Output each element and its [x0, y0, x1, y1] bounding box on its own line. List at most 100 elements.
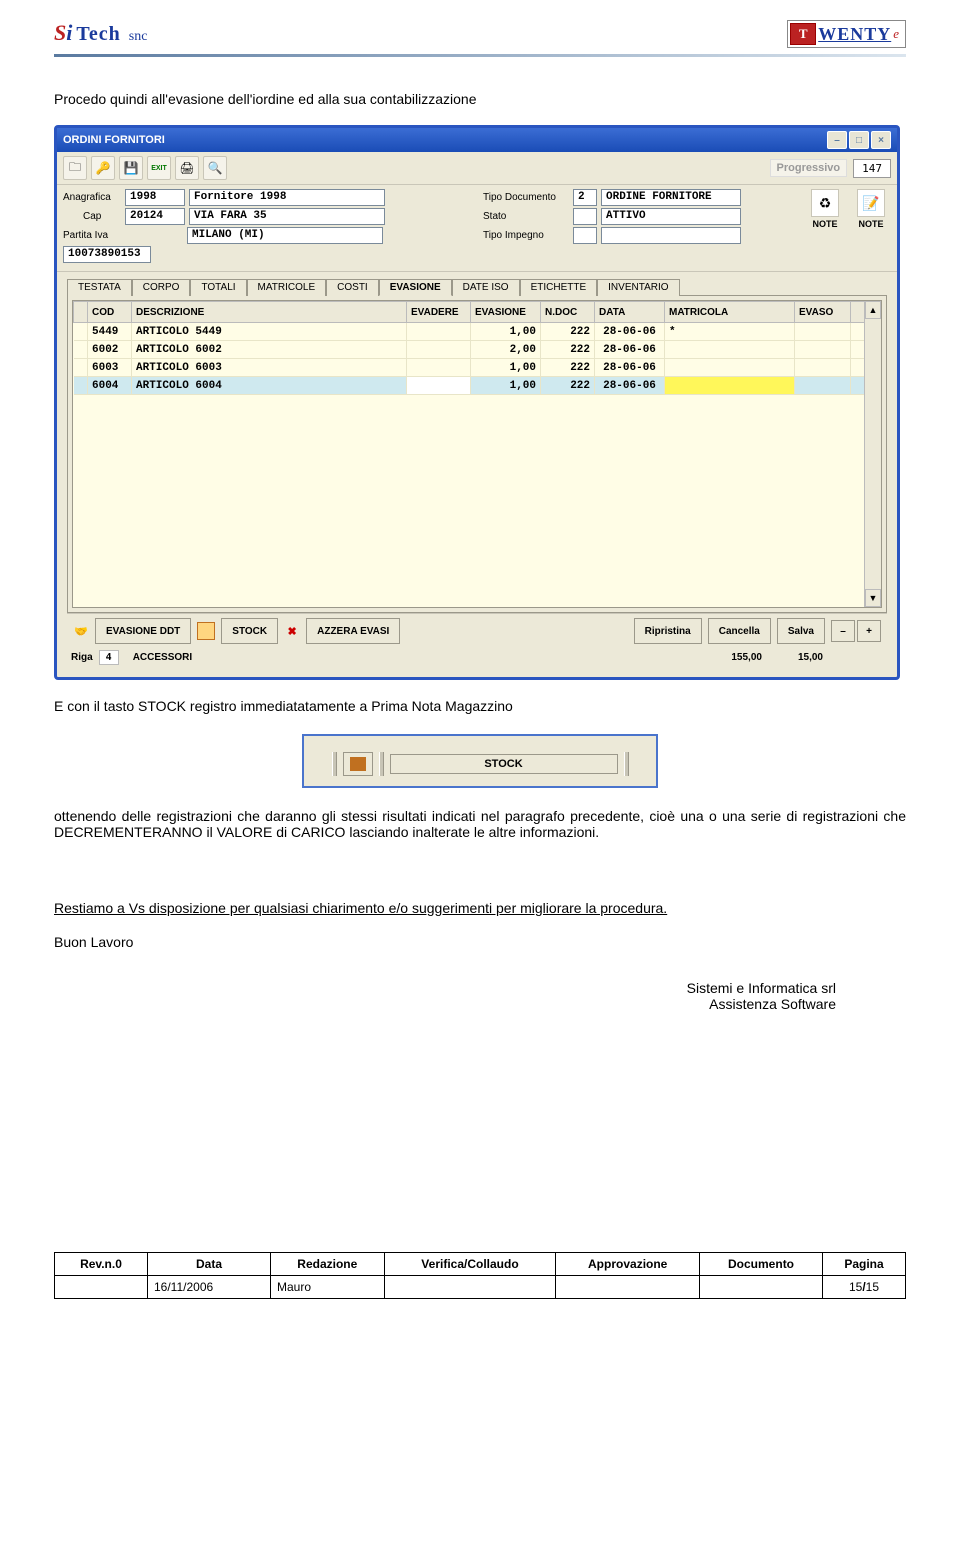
maximize-icon[interactable]: □ [849, 131, 869, 149]
tabs: TESTATA CORPO TOTALI MATRICOLE COSTI EVA… [57, 272, 897, 295]
stock-button[interactable]: STOCK [221, 618, 278, 644]
scroll-up-icon[interactable]: ▲ [865, 301, 881, 319]
close-icon[interactable]: × [871, 131, 891, 149]
table-row[interactable]: 6003 ARTICOLO 6003 1,00 222 28-06-06 [74, 359, 865, 377]
grid-scrollbar[interactable]: ▲ ▼ [864, 301, 881, 607]
note-edit[interactable]: 📝 NOTE [851, 189, 891, 229]
tipo-impegno-field[interactable] [601, 227, 741, 244]
cancella-button[interactable]: Cancella [708, 618, 771, 644]
note-label-1: NOTE [812, 219, 837, 229]
footer-h-data: Data [148, 1253, 271, 1276]
footer-h-pagina: Pagina [823, 1253, 906, 1276]
stock-sep-left [332, 752, 337, 776]
logo-i: i [66, 20, 72, 45]
azzera-evasi-button[interactable]: AZZERA EVASI [306, 618, 400, 644]
footer-documento [700, 1276, 823, 1299]
note-icon: 📝 [857, 189, 885, 217]
stato-label: Stato [483, 211, 569, 222]
col-data: DATA [595, 302, 665, 323]
status-total-1: 155,00 [731, 652, 762, 663]
note-trash[interactable]: ♻ NOTE [805, 189, 845, 229]
closing-paragraph: Restiamo a Vs disposizione per qualsiasi… [54, 900, 906, 916]
tab-testata[interactable]: TESTATA [67, 279, 132, 296]
toolbar-new-icon[interactable]: 🗀 [63, 156, 87, 180]
toolbar-save-icon[interactable]: 💾 [119, 156, 143, 180]
twenty-badge-icon: T [790, 23, 816, 45]
footer-h-redazione: Redazione [271, 1253, 385, 1276]
footer-redazione: Mauro [271, 1276, 385, 1299]
logo-twenty: T WENTY e [787, 20, 906, 48]
stock-mini-button[interactable]: STOCK [390, 754, 618, 774]
status-total-2: 15,00 [798, 652, 823, 663]
page-header: Si Tech snc T WENTY e [54, 20, 906, 48]
grid-header-row: COD DESCRIZIONE EVADERE EVASIONE N.DOC D… [74, 302, 865, 323]
toolbar-exit-icon[interactable]: EXIT [147, 156, 171, 180]
tab-evasione[interactable]: EVASIONE [379, 279, 452, 296]
app-window: ORDINI FORNITORI – □ × 🗀 🔑 💾 EXIT 🖨 🔍 Pr… [54, 125, 900, 680]
toolbar-preview-icon[interactable]: 🔍 [203, 156, 227, 180]
logo-snc: snc [129, 29, 148, 45]
tipo-impegno-code[interactable] [573, 227, 597, 244]
minimize-icon[interactable]: – [827, 131, 847, 149]
twenty-suffix: e [893, 26, 899, 42]
tab-inventario[interactable]: INVENTARIO [597, 279, 679, 296]
stato-field[interactable]: ATTIVO [601, 208, 741, 225]
toolbar-print-icon[interactable]: 🖨 [175, 156, 199, 180]
toolbar: 🗀 🔑 💾 EXIT 🖨 🔍 Progressivo 147 [57, 152, 897, 185]
riga-label: Riga [71, 652, 93, 663]
header-form: Anagrafica 1998 Fornitore 1998 Cap 20124… [57, 185, 897, 272]
tab-costi[interactable]: COSTI [326, 279, 379, 296]
status-bar: Riga 4 ACCESSORI 155,00 15,00 [67, 648, 887, 667]
intro-paragraph: Procedo quindi all'evasione dell'iordine… [54, 91, 906, 107]
tipo-documento-label: Tipo Documento [483, 192, 569, 203]
handshake-icon[interactable]: 🤝 [73, 623, 89, 639]
window-title: ORDINI FORNITORI [63, 134, 165, 146]
note-label-2: NOTE [858, 219, 883, 229]
col-blank-right [851, 302, 865, 323]
button-row: 🤝 EVASIONE DDT STOCK ✖ AZZERA EVASI Ripr… [67, 613, 887, 648]
footer-pagina: 15/15 [823, 1276, 906, 1299]
table-row[interactable]: 6002 ARTICOLO 6002 2,00 222 28-06-06 [74, 341, 865, 359]
footer-data: 16/11/2006 [148, 1276, 271, 1299]
address-field[interactable]: VIA FARA 35 [189, 208, 385, 225]
signature-line2: Assistenza Software [54, 996, 836, 1012]
city-field[interactable]: MILANO (MI) [187, 227, 383, 244]
table-row[interactable]: 6004 ARTICOLO 6004 1,00 222 28-06-06 [74, 377, 865, 395]
partita-iva-label: Partita Iva [63, 230, 121, 241]
tab-matricole[interactable]: MATRICOLE [247, 279, 327, 296]
tab-etichette[interactable]: ETICHETTE [520, 279, 598, 296]
ripristina-button[interactable]: Ripristina [634, 618, 702, 644]
tab-corpo[interactable]: CORPO [132, 279, 191, 296]
evasione-ddt-button[interactable]: EVASIONE DDT [95, 618, 191, 644]
footer-verifica [384, 1276, 556, 1299]
logo-tech: Tech [76, 23, 120, 46]
anagrafica-code-field[interactable]: 1998 [125, 189, 185, 206]
plus-button[interactable]: + [857, 620, 881, 642]
toolbar-key-icon[interactable]: 🔑 [91, 156, 115, 180]
stato-code[interactable] [573, 208, 597, 225]
tab-date-iso[interactable]: DATE ISO [452, 279, 520, 296]
tab-totali[interactable]: TOTALI [190, 279, 246, 296]
cap-field[interactable]: 20124 [125, 208, 185, 225]
minus-button[interactable]: – [831, 620, 855, 642]
decrement-paragraph: ottenendo delle registrazioni che darann… [54, 808, 906, 840]
table-row[interactable]: 5449 ARTICOLO 5449 1,00 222 28-06-06 * [74, 323, 865, 341]
stock-grid-icon-cell [343, 752, 373, 776]
scroll-down-icon[interactable]: ▼ [865, 589, 881, 607]
footer-rev [55, 1276, 148, 1299]
col-ndoc: N.DOC [541, 302, 595, 323]
tipo-documento-code[interactable]: 2 [573, 189, 597, 206]
recycle-icon: ♻ [811, 189, 839, 217]
grid-icon [350, 757, 366, 771]
anagrafica-name-field[interactable]: Fornitore 1998 [189, 189, 385, 206]
col-evasione: EVASIONE [471, 302, 541, 323]
footer-h-verifica: Verifica/Collaudo [384, 1253, 556, 1276]
partita-iva-field[interactable]: 10073890153 [63, 246, 151, 263]
tipo-documento-name[interactable]: ORDINE FORNITORE [601, 189, 741, 206]
cap-label: Cap [83, 211, 113, 222]
grid-icon [197, 622, 215, 640]
salva-button[interactable]: Salva [777, 618, 825, 644]
buon-lavoro: Buon Lavoro [54, 934, 906, 950]
signature-block: Sistemi e Informatica srl Assistenza Sof… [54, 980, 836, 1012]
data-grid[interactable]: COD DESCRIZIONE EVADERE EVASIONE N.DOC D… [72, 300, 882, 608]
